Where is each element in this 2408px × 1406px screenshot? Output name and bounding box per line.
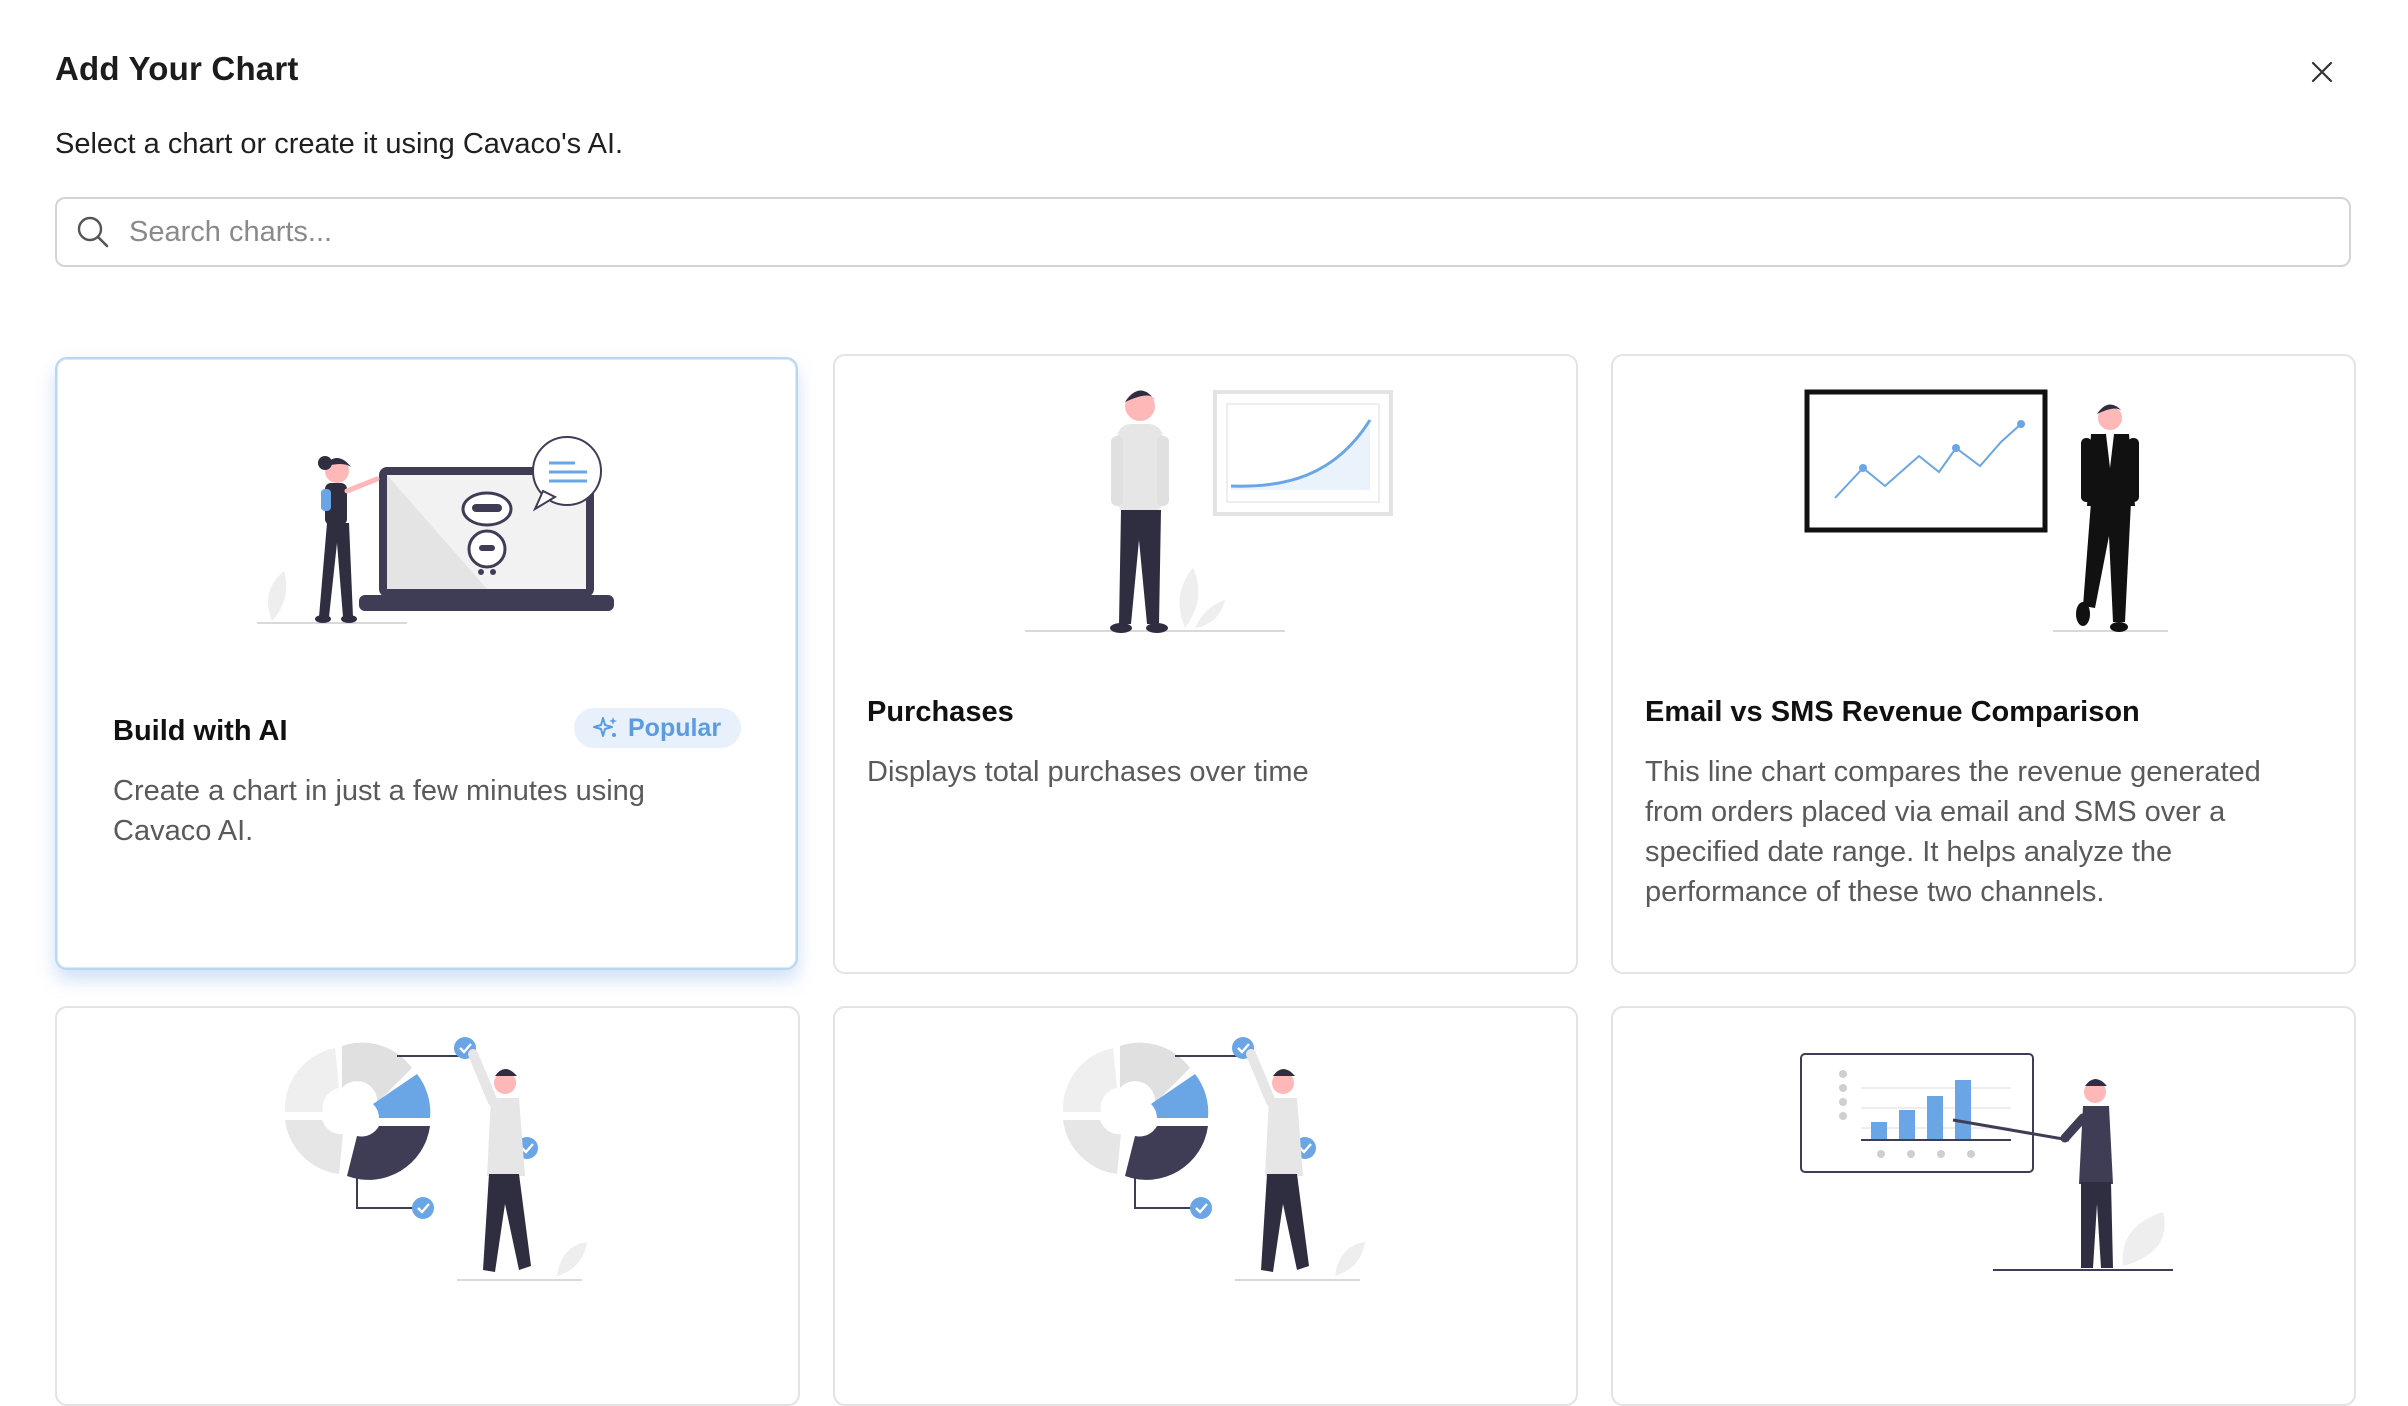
chart-card-pie-2[interactable] (833, 1006, 1578, 1406)
description-line: Cavaco AI. (113, 815, 254, 847)
search-icon (73, 212, 113, 252)
description-line: from orders placed via email and SMS ove… (1645, 796, 2226, 828)
description-line: This line chart compares the revenue gen… (1645, 756, 2261, 788)
chart-card-bar[interactable] (1611, 1006, 2356, 1406)
description-line: Create a chart in just a few minutes usi… (113, 775, 645, 807)
sparkle-icon (592, 714, 620, 742)
search-bar[interactable] (55, 197, 2351, 267)
description-line: specified date range. It helps analyze t… (1645, 836, 2173, 868)
description-line: Displays total purchases over time (867, 756, 1309, 788)
close-icon (2311, 61, 2333, 83)
modal-subtitle: Select a chart or create it using Cavaco… (55, 128, 624, 160)
card-description: Create a chart in just a few minutes usi… (113, 771, 645, 851)
close-button[interactable] (2300, 50, 2344, 94)
pie-chart-illustration (284, 1037, 587, 1281)
chart-card-pie-1[interactable] (55, 1006, 800, 1406)
card-description: Displays total purchases over time (867, 752, 1309, 792)
popular-badge: Popular (574, 708, 742, 748)
email-sms-illustration (1804, 389, 2168, 632)
chart-card-email-vs-sms[interactable]: Email vs SMS Revenue Comparison This lin… (1611, 354, 2356, 974)
pie-chart-illustration (1062, 1037, 1365, 1281)
add-chart-modal: Add Your Chart Select a chart or create … (0, 0, 2408, 1406)
search-input[interactable] (127, 214, 2311, 250)
description-line: performance of these two channels. (1645, 876, 2105, 908)
card-title: Purchases (867, 696, 1014, 728)
chart-card-purchases[interactable]: Purchases Displays total purchases over … (833, 354, 1578, 974)
chart-card-build-with-ai[interactable]: Build with AI Popular Create a chart in … (55, 357, 798, 970)
modal-title: Add Your Chart (55, 50, 299, 87)
card-description: This line chart compares the revenue gen… (1645, 752, 2261, 912)
bar-chart-illustration (1800, 1053, 2173, 1271)
purchases-illustration (1025, 390, 1393, 633)
card-title: Build with AI (113, 715, 288, 747)
ai-illustration (257, 436, 614, 624)
card-title: Email vs SMS Revenue Comparison (1645, 696, 2140, 728)
badge-label: Popular (628, 713, 722, 742)
